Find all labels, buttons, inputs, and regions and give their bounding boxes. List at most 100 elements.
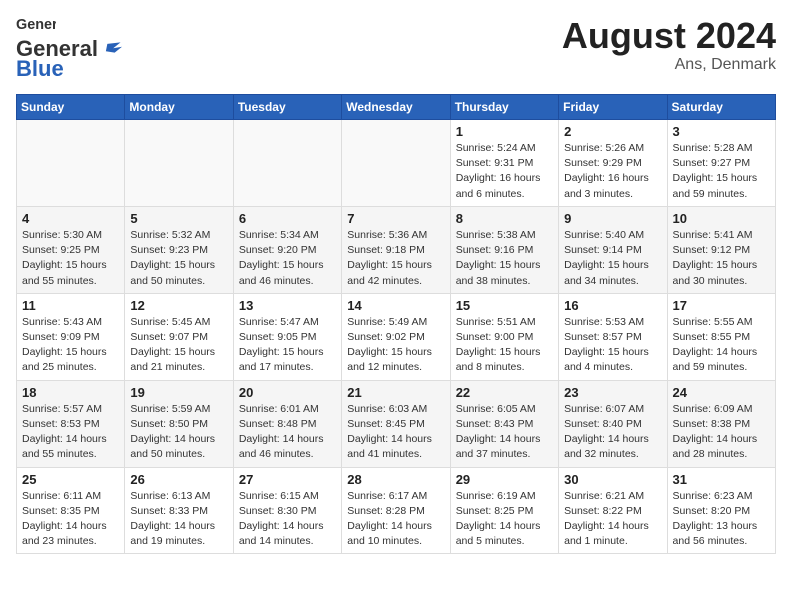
day-info: Sunrise: 5:59 AMSunset: 8:50 PMDaylight:… (130, 402, 227, 463)
month-title: August 2024 (562, 16, 776, 56)
day-info: Sunrise: 5:43 AMSunset: 9:09 PMDaylight:… (22, 315, 119, 376)
calendar-week-row: 18 Sunrise: 5:57 AMSunset: 8:53 PMDayligh… (17, 380, 776, 467)
svg-text:General: General (16, 17, 56, 33)
day-number: 27 (239, 472, 336, 487)
day-info: Sunrise: 6:19 AMSunset: 8:25 PMDaylight:… (456, 489, 553, 550)
day-info: Sunrise: 5:36 AMSunset: 9:18 PMDaylight:… (347, 228, 444, 289)
day-number: 15 (456, 298, 553, 313)
calendar-cell: 10Sunrise: 5:41 AMSunset: 9:12 PMDayligh… (667, 206, 775, 293)
day-info: Sunrise: 5:30 AMSunset: 9:25 PMDaylight:… (22, 228, 119, 289)
day-number: 14 (347, 298, 444, 313)
calendar-week-row: 25 Sunrise: 6:11 AMSunset: 8:35 PMDayligh… (17, 467, 776, 554)
day-info: Sunrise: 5:51 AMSunset: 9:00 PMDaylight:… (456, 315, 553, 376)
day-number: 7 (347, 211, 444, 226)
day-number: 16 (564, 298, 661, 313)
weekday-header: Monday (125, 95, 233, 120)
calendar-cell: 4Sunrise: 5:30 AMSunset: 9:25 PMDaylight… (17, 206, 125, 293)
logo: General General Blue (16, 16, 122, 82)
day-number: 24 (673, 385, 770, 400)
day-info: Sunrise: 5:57 AMSunset: 8:53 PMDaylight:… (22, 402, 119, 463)
calendar-cell (125, 120, 233, 207)
day-number: 20 (239, 385, 336, 400)
day-number: 9 (564, 211, 661, 226)
calendar-cell: 22 Sunrise: 6:05 AMSunset: 8:43 PMDayligh… (450, 380, 558, 467)
calendar-cell: 8Sunrise: 5:38 AMSunset: 9:16 PMDaylight… (450, 206, 558, 293)
day-info: Sunrise: 5:28 AMSunset: 9:27 PMDaylight:… (673, 141, 770, 202)
title-block: August 2024 Ans, Denmark (562, 16, 776, 74)
calendar-cell: 27 Sunrise: 6:15 AMSunset: 8:30 PMDayligh… (233, 467, 341, 554)
day-info: Sunrise: 6:15 AMSunset: 8:30 PMDaylight:… (239, 489, 336, 550)
calendar-cell: 15 Sunrise: 5:51 AMSunset: 9:00 PMDayligh… (450, 293, 558, 380)
weekday-header: Sunday (17, 95, 125, 120)
day-number: 5 (130, 211, 227, 226)
day-info: Sunrise: 6:01 AMSunset: 8:48 PMDaylight:… (239, 402, 336, 463)
calendar-week-row: 4Sunrise: 5:30 AMSunset: 9:25 PMDaylight… (17, 206, 776, 293)
weekday-header: Wednesday (342, 95, 450, 120)
day-info: Sunrise: 5:32 AMSunset: 9:23 PMDaylight:… (130, 228, 227, 289)
calendar-cell: 17Sunrise: 5:55 AMSunset: 8:55 PMDayligh… (667, 293, 775, 380)
calendar-cell: 12 Sunrise: 5:45 AMSunset: 9:07 PMDayligh… (125, 293, 233, 380)
day-number: 30 (564, 472, 661, 487)
day-info: Sunrise: 5:24 AMSunset: 9:31 PMDaylight:… (456, 141, 553, 202)
day-info: Sunrise: 5:53 AMSunset: 8:57 PMDaylight:… (564, 315, 661, 376)
day-number: 13 (239, 298, 336, 313)
calendar-cell: 11 Sunrise: 5:43 AMSunset: 9:09 PMDayligh… (17, 293, 125, 380)
weekday-header: Tuesday (233, 95, 341, 120)
day-number: 23 (564, 385, 661, 400)
calendar-week-row: 11 Sunrise: 5:43 AMSunset: 9:09 PMDayligh… (17, 293, 776, 380)
day-info: Sunrise: 6:23 AMSunset: 8:20 PMDaylight:… (673, 489, 770, 550)
day-number: 19 (130, 385, 227, 400)
calendar-cell: 3Sunrise: 5:28 AMSunset: 9:27 PMDaylight… (667, 120, 775, 207)
page-header: General General Blue August 2024 Ans, De… (16, 16, 776, 82)
day-info: Sunrise: 6:21 AMSunset: 8:22 PMDaylight:… (564, 489, 661, 550)
calendar-cell: 16 Sunrise: 5:53 AMSunset: 8:57 PMDayligh… (559, 293, 667, 380)
calendar-cell: 20 Sunrise: 6:01 AMSunset: 8:48 PMDayligh… (233, 380, 341, 467)
calendar-cell: 29 Sunrise: 6:19 AMSunset: 8:25 PMDayligh… (450, 467, 558, 554)
day-number: 25 (22, 472, 119, 487)
calendar-cell: 19 Sunrise: 5:59 AMSunset: 8:50 PMDayligh… (125, 380, 233, 467)
day-number: 21 (347, 385, 444, 400)
day-info: Sunrise: 5:26 AMSunset: 9:29 PMDaylight:… (564, 141, 661, 202)
day-info: Sunrise: 5:41 AMSunset: 9:12 PMDaylight:… (673, 228, 770, 289)
calendar-week-row: 1 Sunrise: 5:24 AMSunset: 9:31 PMDaylight… (17, 120, 776, 207)
calendar-table: SundayMondayTuesdayWednesdayThursdayFrid… (16, 94, 776, 554)
weekday-header: Thursday (450, 95, 558, 120)
calendar-cell: 9 Sunrise: 5:40 AMSunset: 9:14 PMDaylight… (559, 206, 667, 293)
calendar-header-row: SundayMondayTuesdayWednesdayThursdayFrid… (17, 95, 776, 120)
calendar-cell: 25 Sunrise: 6:11 AMSunset: 8:35 PMDayligh… (17, 467, 125, 554)
calendar-cell: 24Sunrise: 6:09 AMSunset: 8:38 PMDayligh… (667, 380, 775, 467)
day-info: Sunrise: 6:05 AMSunset: 8:43 PMDaylight:… (456, 402, 553, 463)
calendar-cell: 14 Sunrise: 5:49 AMSunset: 9:02 PMDayligh… (342, 293, 450, 380)
day-info: Sunrise: 6:03 AMSunset: 8:45 PMDaylight:… (347, 402, 444, 463)
day-info: Sunrise: 6:11 AMSunset: 8:35 PMDaylight:… (22, 489, 119, 550)
logo-blue: Blue (16, 56, 64, 82)
day-info: Sunrise: 5:40 AMSunset: 9:14 PMDaylight:… (564, 228, 661, 289)
day-number: 11 (22, 298, 119, 313)
calendar-cell: 31Sunrise: 6:23 AMSunset: 8:20 PMDayligh… (667, 467, 775, 554)
day-number: 29 (456, 472, 553, 487)
calendar-cell: 21 Sunrise: 6:03 AMSunset: 8:45 PMDayligh… (342, 380, 450, 467)
day-info: Sunrise: 5:34 AMSunset: 9:20 PMDaylight:… (239, 228, 336, 289)
day-number: 18 (22, 385, 119, 400)
day-info: Sunrise: 5:49 AMSunset: 9:02 PMDaylight:… (347, 315, 444, 376)
logo-icon: General (16, 16, 56, 34)
calendar-cell: 1 Sunrise: 5:24 AMSunset: 9:31 PMDaylight… (450, 120, 558, 207)
day-number: 2 (564, 124, 661, 139)
calendar-cell: 18 Sunrise: 5:57 AMSunset: 8:53 PMDayligh… (17, 380, 125, 467)
calendar-cell: 23 Sunrise: 6:07 AMSunset: 8:40 PMDayligh… (559, 380, 667, 467)
day-number: 26 (130, 472, 227, 487)
day-info: Sunrise: 5:47 AMSunset: 9:05 PMDaylight:… (239, 315, 336, 376)
day-number: 1 (456, 124, 553, 139)
day-number: 8 (456, 211, 553, 226)
calendar-cell: 2 Sunrise: 5:26 AMSunset: 9:29 PMDaylight… (559, 120, 667, 207)
day-info: Sunrise: 5:45 AMSunset: 9:07 PMDaylight:… (130, 315, 227, 376)
day-number: 12 (130, 298, 227, 313)
weekday-header: Friday (559, 95, 667, 120)
logo-bird-icon (100, 38, 122, 60)
day-number: 22 (456, 385, 553, 400)
day-info: Sunrise: 6:13 AMSunset: 8:33 PMDaylight:… (130, 489, 227, 550)
calendar-cell: 28Sunrise: 6:17 AMSunset: 8:28 PMDayligh… (342, 467, 450, 554)
day-info: Sunrise: 6:07 AMSunset: 8:40 PMDaylight:… (564, 402, 661, 463)
day-number: 6 (239, 211, 336, 226)
calendar-cell (233, 120, 341, 207)
